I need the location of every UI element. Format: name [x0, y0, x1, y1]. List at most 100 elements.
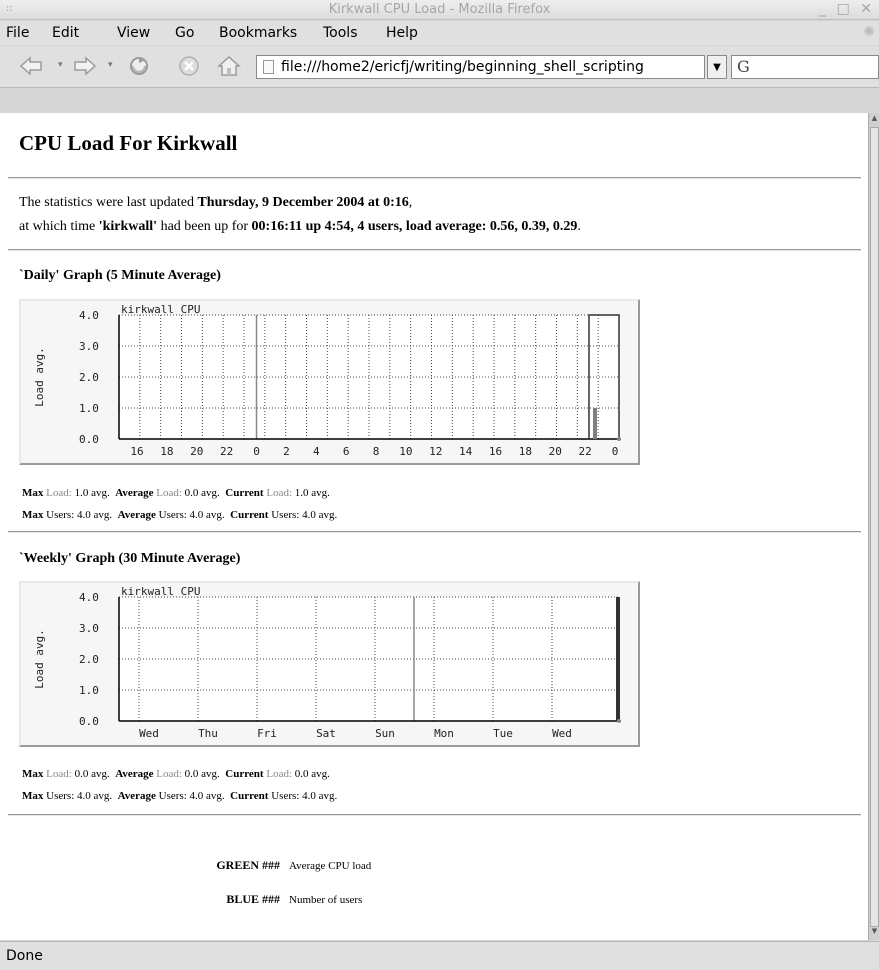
chevron-down-icon: ▼ [713, 61, 721, 73]
chart-label: kirkwall CPU [121, 303, 200, 316]
reload-icon [130, 57, 148, 75]
legend-desc: Average CPU load [289, 860, 372, 872]
divider [8, 177, 861, 179]
x-tick-label: 0 [612, 445, 619, 458]
x-tick-label: Wed [139, 727, 159, 740]
weekly-graph: 0.0 1.0 2.0 3.0 4.0 Wed Thu Fri Sat Sun Mon Tue Wed k… [19, 581, 640, 747]
weekly-users-stats: Max Users: 4.0 avg. Average Users: 4.0 a… [22, 790, 337, 802]
stat-users-label: Users: [46, 790, 75, 802]
stat-current-label: Current [230, 509, 269, 521]
x-tick-label: Fri [257, 727, 277, 740]
stat-value: 1.0 avg. [294, 487, 330, 499]
menu-help[interactable]: Help [386, 25, 418, 41]
stat-current-label: Current [225, 768, 264, 780]
stat-current-label: Current [230, 790, 269, 802]
throbber-icon: ✺ [863, 24, 875, 40]
x-tick-label: 16 [489, 445, 502, 458]
divider [8, 814, 861, 816]
y-tick-label: 3.0 [79, 340, 99, 353]
legend-desc: Number of users [289, 894, 363, 906]
menu-bar: File Edit View Go Bookmarks Tools Help ✺ [0, 21, 879, 45]
status-bar: Done [0, 941, 879, 970]
daily-graph: 0.0 1.0 2.0 3.0 4.0 16 18 20 22 0 2 4 6 8 10 12 14 16 18 20… [19, 299, 640, 465]
x-tick-label: 20 [190, 445, 203, 458]
y-tick-label: 1.0 [79, 402, 99, 415]
y-tick-label: 2.0 [79, 371, 99, 384]
x-tick-label: 22 [220, 445, 233, 458]
daily-graph-heading: `Daily' Graph (5 Minute Average) [19, 268, 221, 283]
stat-load-label: Load: [46, 487, 72, 499]
home-button[interactable] [216, 54, 242, 78]
vertical-scrollbar[interactable]: ▲ ▼ [868, 113, 879, 940]
end-marker [617, 719, 621, 723]
data-bar [616, 597, 620, 721]
x-tick-label: 18 [160, 445, 173, 458]
back-history-chevron-icon[interactable]: ▾ [58, 60, 63, 70]
updated-suffix: , [408, 195, 413, 210]
menu-tools[interactable]: Tools [323, 25, 358, 41]
stat-max-label: Max [22, 487, 44, 499]
back-arrow-icon [19, 56, 42, 76]
x-tick-label: Tue [493, 727, 513, 740]
reload-button[interactable] [126, 54, 152, 78]
menu-edit[interactable]: Edit [52, 25, 79, 41]
stat-load-label: Load: [266, 487, 293, 499]
stat-value: 4.0 avg. [189, 509, 225, 521]
daily-load-stats: Max Load: 1.0 avg. Average Load: 0.0 avg… [22, 487, 330, 499]
x-tick-label: 8 [373, 445, 380, 458]
updated-line: The statistics were last updated Thursda… [19, 195, 412, 211]
y-tick-label: 4.0 [79, 591, 99, 604]
scroll-up-icon[interactable]: ▲ [870, 114, 879, 126]
x-tick-label: 6 [343, 445, 350, 458]
x-tick-label: 12 [429, 445, 442, 458]
window-titlebar: :: Kirkwall CPU Load - Mozilla Firefox _… [0, 0, 879, 20]
menu-view[interactable]: View [117, 25, 150, 41]
stat-users-label: Users: [46, 509, 75, 521]
x-tick-label: 2 [283, 445, 290, 458]
daily-users-stats: Max Users: 4.0 avg. Average Users: 4.0 a… [22, 509, 337, 521]
scrollbar-thumb[interactable] [870, 127, 879, 927]
x-tick-label: 22 [579, 445, 592, 458]
navigation-toolbar: ▾ ▾ file:///home2/ericfj/writing/beginni… [0, 46, 879, 88]
uptime-middle: had been up for [157, 219, 252, 234]
status-text: Done [6, 948, 43, 964]
stat-value: 4.0 avg. [77, 790, 113, 802]
home-icon [217, 55, 241, 76]
x-tick-label: 14 [459, 445, 473, 458]
stat-users-label: Users: [158, 509, 187, 521]
window-buttons[interactable]: _ □ ✕ [819, 1, 875, 17]
legend-key: GREEN ### [216, 858, 280, 872]
end-marker [617, 437, 621, 441]
scroll-down-icon[interactable]: ▼ [870, 927, 879, 939]
menu-file[interactable]: File [6, 25, 29, 41]
y-axis-label: Load avg. [33, 347, 46, 407]
stat-current-label: Current [225, 487, 264, 499]
url-field[interactable]: file:///home2/ericfj/writing/beginning_s… [256, 55, 705, 79]
chart-label: kirkwall CPU [121, 585, 200, 598]
stat-users-label: Users: [271, 509, 300, 521]
y-tick-label: 3.0 [79, 622, 99, 635]
forward-history-chevron-icon[interactable]: ▾ [108, 60, 113, 70]
url-text[interactable]: file:///home2/ericfj/writing/beginning_s… [281, 59, 701, 75]
back-button[interactable] [18, 54, 44, 78]
url-dropdown-button[interactable]: ▼ [707, 55, 727, 79]
page-title: CPU Load For Kirkwall [19, 131, 238, 155]
search-field[interactable]: G [731, 55, 879, 79]
stop-icon [179, 56, 199, 76]
forward-button[interactable] [72, 54, 98, 78]
menu-go[interactable]: Go [175, 25, 194, 41]
stat-value: 4.0 avg. [77, 509, 113, 521]
stat-value: 0.0 avg. [184, 768, 220, 780]
x-tick-label: Mon [434, 727, 454, 740]
menu-bookmarks[interactable]: Bookmarks [219, 25, 297, 41]
stat-max-label: Max [22, 768, 44, 780]
page-content: CPU Load For Kirkwall The statistics wer… [0, 113, 868, 940]
x-tick-label: 18 [519, 445, 532, 458]
x-tick-label: 4 [313, 445, 320, 458]
daily-graph-svg: 0.0 1.0 2.0 3.0 4.0 16 18 20 22 0 2 4 6 8 10 12 14 16 18 20… [33, 303, 621, 458]
x-tick-label: Sun [375, 727, 395, 740]
uptime-prefix: at which time [19, 219, 99, 234]
stop-button[interactable] [176, 54, 202, 78]
x-tick-label: Thu [198, 727, 218, 740]
stat-value: 4.0 avg. [302, 790, 338, 802]
